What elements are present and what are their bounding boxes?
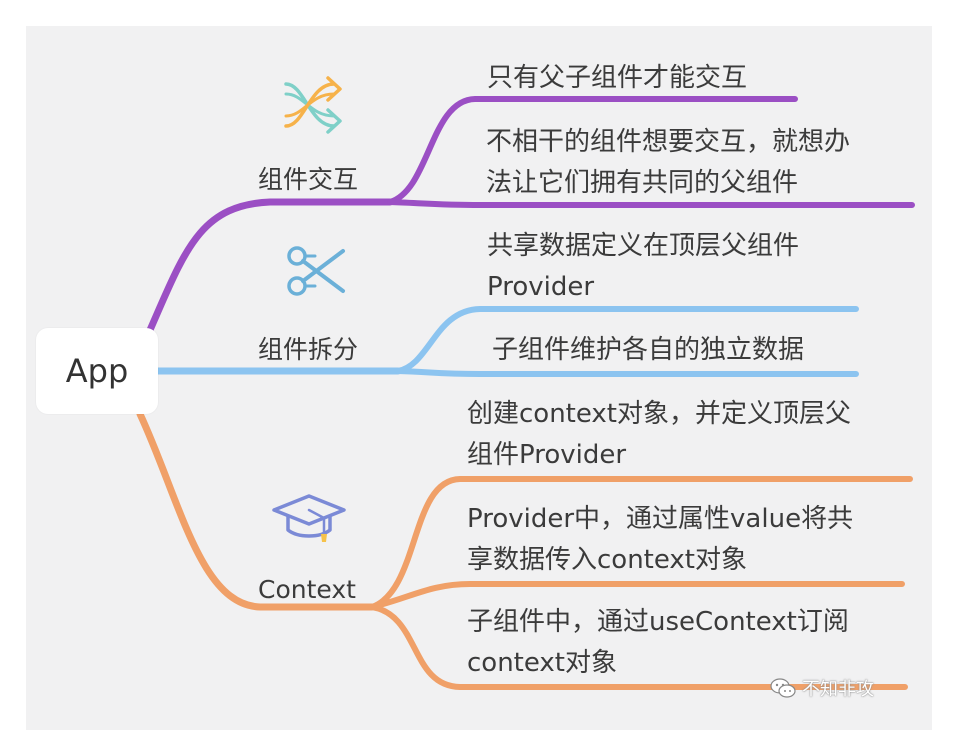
leaf-line: 不相干的组件想要交互，就想办 (486, 127, 851, 157)
leaf-split-2[interactable]: 子组件维护各自的独立数据 (492, 330, 804, 371)
branch-label-context[interactable]: Context (258, 574, 356, 606)
root-label: App (65, 352, 129, 390)
leaf-context-2[interactable]: Provider中，通过属性value将共 享数据传入context对象 (467, 499, 853, 581)
leaf-split-1[interactable]: 共享数据定义在顶层父组件 Provider (487, 226, 799, 308)
leaf-context-3[interactable]: 子组件中，通过useContext订阅 context对象 (467, 602, 849, 684)
leaf-context-1[interactable]: 创建context对象，并定义顶层父 组件Provider (467, 394, 851, 476)
leaf-line: 只有父子组件才能交互 (487, 63, 748, 93)
connector-split-leaf-2 (395, 368, 859, 377)
wechat-icon (770, 678, 796, 698)
leaf-line: 创建context对象，并定义顶层父 (467, 399, 851, 429)
connector-root-to-interaction (146, 198, 394, 334)
leaf-line: Provider (487, 272, 595, 302)
branch-label-split[interactable]: 组件拆分 (258, 334, 358, 366)
root-node[interactable]: App (36, 328, 158, 414)
leaf-line: 共享数据定义在顶层父组件 (487, 231, 800, 261)
branch-label-interaction[interactable]: 组件交互 (258, 164, 358, 196)
leaf-line: 法让它们拥有共同的父组件 (486, 168, 799, 198)
watermark: 不知非攻 (770, 674, 874, 702)
graduation-cap-icon (272, 494, 346, 542)
watermark-text: 不知非攻 (802, 679, 874, 700)
scissors-icon (287, 246, 345, 296)
leaf-interaction-2[interactable]: 不相干的组件想要交互，就想办 法让它们拥有共同的父组件 (486, 122, 850, 204)
leaf-line: 组件Provider (467, 440, 627, 470)
leaf-interaction-1[interactable]: 只有父子组件才能交互 (487, 58, 747, 99)
leaf-line: 子组件中，通过useContext订阅 (467, 607, 849, 637)
leaf-line: 享数据传入context对象 (467, 545, 747, 575)
leaf-line: 子组件维护各自的独立数据 (492, 335, 805, 365)
leaf-line: Provider中，通过属性value将共 (467, 504, 854, 534)
shuffle-arrows-icon (284, 76, 342, 134)
